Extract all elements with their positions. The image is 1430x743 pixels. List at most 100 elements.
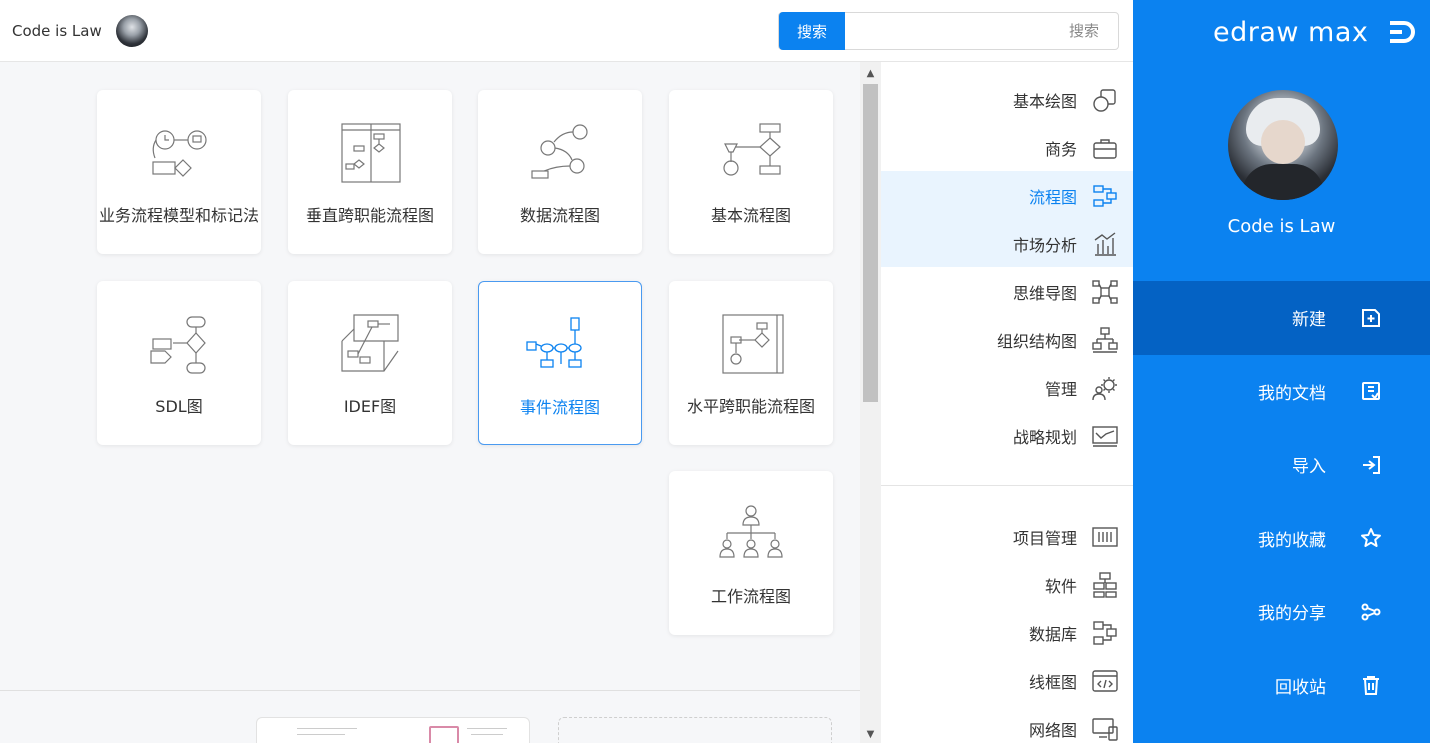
scroll-up-icon[interactable]: ▲ — [860, 64, 881, 82]
category-label: 线框图 — [1028, 673, 1077, 692]
gear-people-icon — [1092, 377, 1117, 401]
category-label: 市场分析 — [1012, 236, 1077, 255]
sidebar-item-label: 回收站 — [1275, 677, 1326, 698]
basic-flowchart-icon — [723, 123, 781, 176]
sidebar-username: Code is Law — [1227, 216, 1336, 237]
scrollbar[interactable]: ▲ ▼ — [860, 62, 881, 743]
template-label: 水平跨职能流程图 — [686, 397, 815, 416]
trash-icon — [1363, 676, 1379, 696]
bpmn-icon — [152, 130, 207, 177]
category-mindmap[interactable]: 思维导图 — [881, 268, 1133, 316]
search-input[interactable] — [849, 13, 1109, 49]
category-label: 软件 — [1044, 577, 1077, 596]
category-software[interactable]: 软件 — [881, 561, 1133, 609]
main-sidebar: edraw max Code is Law 新建 我的文档 导入 我的收藏 我的… — [1133, 0, 1430, 743]
category-strategy[interactable]: 战略规划 — [881, 412, 1133, 460]
sidebar-item-favorites[interactable]: 我的收藏 — [1133, 502, 1430, 576]
sdl-icon — [150, 316, 206, 374]
avatar[interactable] — [115, 15, 148, 47]
sidebar-item-label: 新建 — [1292, 310, 1326, 331]
category-panel: 基本绘图 商务 流程图 市场分析 思维导图 组织结构图 管理 战略规划 项目管理… — [881, 62, 1133, 743]
strategy-icon — [1092, 426, 1118, 447]
template-preview-card[interactable] — [256, 717, 530, 743]
import-icon — [1363, 455, 1380, 474]
new-doc-icon — [1362, 308, 1380, 327]
share-icon — [1361, 603, 1381, 621]
template-card-event-flowchart[interactable]: 事件流程图 — [478, 281, 642, 445]
sidebar-item-import[interactable]: 导入 — [1133, 428, 1430, 502]
network-icon — [1092, 718, 1118, 741]
sidebar-item-label: 我的收藏 — [1258, 530, 1326, 551]
search-box: 搜索 — [778, 12, 1119, 50]
template-card-sdl[interactable]: SDL图 — [97, 281, 261, 445]
sidebar-item-label: 我的文档 — [1258, 383, 1326, 404]
sidebar-item-trash[interactable]: 回收站 — [1133, 649, 1430, 723]
category-market-analysis[interactable]: 市场分析 — [881, 220, 1133, 268]
template-card-basic-flowchart[interactable]: 基本流程图 — [669, 90, 833, 254]
project-icon — [1092, 527, 1118, 547]
sidebar-menu: 新建 我的文档 导入 我的收藏 我的分享 回收站 — [1133, 281, 1430, 722]
briefcase-icon — [1093, 139, 1117, 159]
sidebar-item-label: 我的分享 — [1258, 604, 1326, 625]
flowchart-icon — [1093, 185, 1117, 207]
template-label: 业务流程模型和标记法 — [98, 206, 259, 225]
sidebar-item-my-docs[interactable]: 我的文档 — [1133, 355, 1430, 429]
category-management[interactable]: 管理 — [881, 364, 1133, 412]
workflow-icon — [719, 505, 783, 558]
category-label: 思维导图 — [1012, 284, 1077, 303]
brand-name: edraw max — [1213, 16, 1369, 48]
data-flowchart-icon — [531, 124, 588, 179]
sidebar-item-new[interactable]: 新建 — [1133, 281, 1430, 355]
template-card-workflow[interactable]: 工作流程图 — [669, 471, 833, 635]
my-docs-icon — [1362, 382, 1380, 401]
template-card-vertical-cross-functional[interactable]: 垂直跨职能流程图 — [288, 90, 452, 254]
template-label: 工作流程图 — [710, 587, 791, 606]
category-label: 组织结构图 — [996, 332, 1077, 351]
template-label: SDL图 — [155, 397, 203, 416]
category-label: 流程图 — [1028, 188, 1077, 207]
category-label: 管理 — [1044, 380, 1077, 399]
top-bar: Code is Law 搜索 — [0, 0, 1133, 62]
scroll-down-icon[interactable]: ▼ — [860, 725, 881, 743]
category-flowchart[interactable]: 流程图 — [881, 172, 1133, 220]
category-network[interactable]: 网络图 — [881, 705, 1133, 743]
category-label: 基本绘图 — [1012, 92, 1077, 111]
category-separator — [881, 485, 1133, 486]
template-label: 事件流程图 — [519, 398, 600, 417]
category-basic-drawing[interactable]: 基本绘图 — [881, 76, 1133, 124]
category-database[interactable]: 数据库 — [881, 609, 1133, 657]
category-project-management[interactable]: 项目管理 — [881, 513, 1133, 561]
top-username: Code is Law — [12, 22, 102, 40]
template-label: IDEF图 — [343, 397, 397, 416]
category-business[interactable]: 商务 — [881, 124, 1133, 172]
template-placeholder-card[interactable] — [558, 717, 832, 743]
category-label: 战略规划 — [1012, 428, 1077, 447]
template-card-idef[interactable]: IDEF图 — [288, 281, 452, 445]
template-label: 基本流程图 — [710, 206, 791, 225]
org-chart-icon — [1092, 327, 1118, 353]
template-card-bpmn[interactable]: 业务流程模型和标记法 — [97, 90, 261, 254]
idef-icon — [341, 314, 399, 372]
template-label: 数据流程图 — [519, 206, 600, 225]
template-card-data-flowchart[interactable]: 数据流程图 — [478, 90, 642, 254]
scroll-thumb[interactable] — [863, 84, 878, 402]
sidebar-item-shares[interactable]: 我的分享 — [1133, 575, 1430, 649]
wireframe-icon — [1092, 670, 1118, 692]
category-label: 项目管理 — [1012, 529, 1077, 548]
template-card-horizontal-cross-functional[interactable]: 水平跨职能流程图 — [669, 281, 833, 445]
category-wireframe[interactable]: 线框图 — [881, 657, 1133, 705]
market-chart-icon — [1094, 232, 1116, 256]
user-avatar[interactable] — [1228, 90, 1338, 200]
search-button[interactable]: 搜索 — [779, 12, 845, 50]
template-label: 垂直跨职能流程图 — [305, 206, 434, 225]
vertical-swimlane-icon — [341, 123, 401, 183]
edraw-logo-icon — [1390, 21, 1416, 43]
category-label: 数据库 — [1028, 625, 1077, 644]
sidebar-item-label: 导入 — [1292, 457, 1326, 478]
basic-shapes-icon — [1093, 89, 1116, 112]
category-org-chart[interactable]: 组织结构图 — [881, 316, 1133, 364]
brand[interactable]: edraw max — [1213, 12, 1416, 52]
database-icon — [1093, 621, 1117, 645]
top-user[interactable]: Code is Law — [12, 15, 148, 47]
section-divider — [0, 690, 860, 691]
